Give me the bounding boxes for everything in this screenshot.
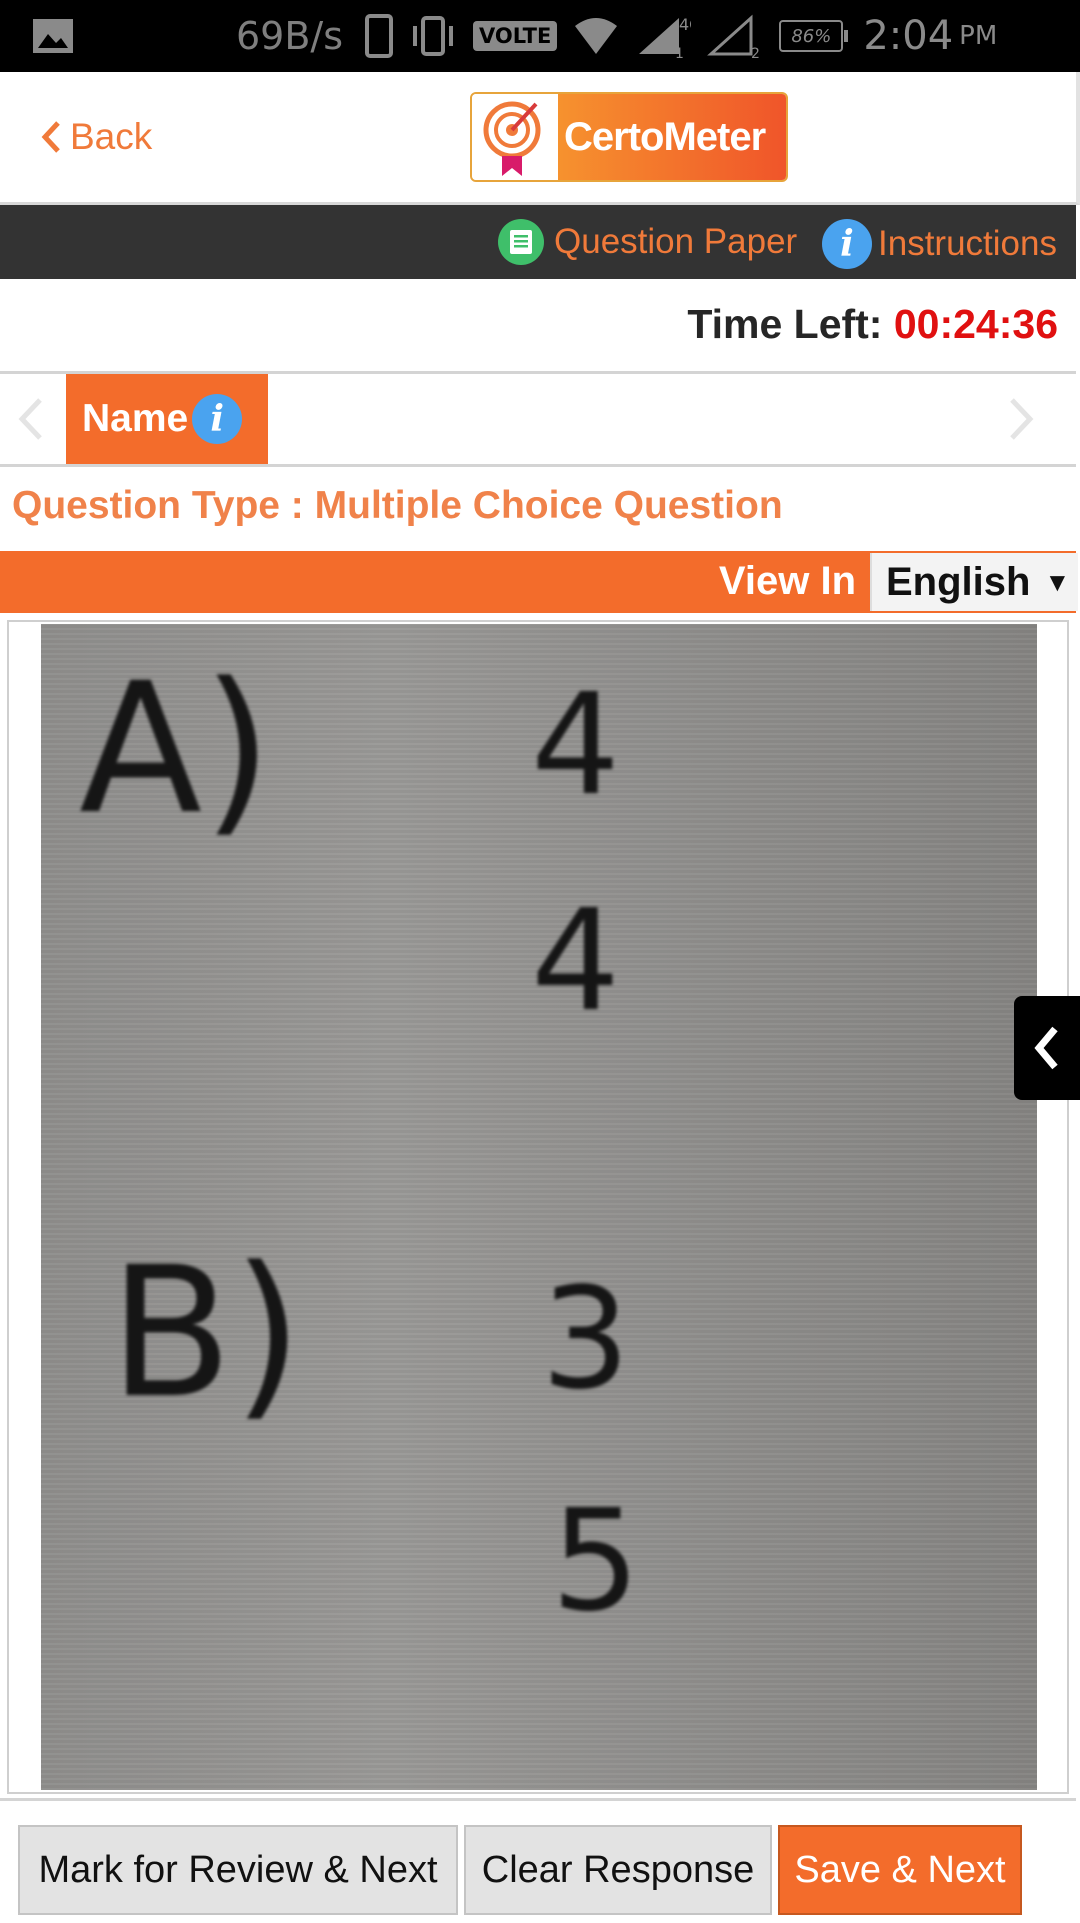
drawer-toggle-icon: [1034, 1026, 1058, 1070]
question-paper-label: Question Paper: [554, 222, 798, 261]
clear-response-button[interactable]: Clear Response: [464, 1825, 772, 1915]
clock: 2:04: [863, 13, 954, 59]
signal-icon-2: 2: [707, 14, 763, 58]
option-b-numerator: 3: [541, 1258, 631, 1421]
back-label: Back: [70, 116, 153, 157]
tab-name-label: Name: [82, 397, 189, 440]
volte-badge: VOLTE: [473, 21, 558, 51]
logo-text: CertoMeter: [558, 94, 786, 180]
tab-name[interactable]: Name i: [66, 374, 268, 464]
exam-toolbar: Question Paper i Instructions: [0, 205, 1076, 279]
view-in-label: View In: [718, 559, 856, 603]
network-type-label: 4G: [679, 15, 691, 34]
mark-review-next-button[interactable]: Mark for Review & Next: [18, 1825, 458, 1915]
info-icon: i: [822, 219, 872, 269]
signal-icon: 1 4G: [635, 14, 691, 58]
view-in-bar: View In English ▼: [0, 551, 1078, 613]
phone-icon: [365, 14, 394, 58]
time-left-value: 00:24:36: [893, 301, 1058, 347]
vibrate-icon: [409, 16, 457, 56]
info-icon[interactable]: i: [192, 394, 243, 444]
certometer-logo: CertoMeter: [470, 92, 788, 182]
option-b-letter: B): [109, 1229, 303, 1438]
chevron-left-icon[interactable]: [10, 394, 54, 444]
option-a-denominator: 4: [531, 880, 621, 1043]
action-bar: Mark for Review & Next Clear Response Sa…: [0, 1798, 1076, 1923]
battery-icon: 86%: [779, 20, 849, 52]
back-chevron-icon: [41, 121, 60, 153]
back-button[interactable]: Back: [40, 116, 152, 158]
wifi-icon: [573, 16, 619, 56]
palette-toggle-button[interactable]: [1014, 996, 1080, 1100]
timer-row: Time Left: 00:24:36: [0, 279, 1076, 374]
clock-ampm: PM: [959, 21, 998, 51]
option-a-letter: A): [79, 645, 273, 854]
sim1-label: 1: [675, 46, 684, 58]
app-header: Back CertoMeter: [0, 72, 1080, 205]
option-b-denominator: 5: [551, 1480, 641, 1643]
option-a-numerator: 4: [531, 664, 621, 827]
language-value: English: [886, 559, 1031, 604]
language-select[interactable]: English ▼: [870, 553, 1078, 611]
section-tabs: Name i: [0, 374, 1076, 467]
logo-target-icon: [472, 94, 558, 180]
dropdown-arrow-icon: ▼: [1044, 566, 1071, 597]
sim2-label: 2: [751, 46, 760, 58]
question-type: Question Type : Multiple Choice Question: [12, 484, 783, 527]
network-speed: 69B/s: [236, 14, 344, 58]
question-paper-link[interactable]: Question Paper: [498, 219, 797, 265]
question-paper-icon: [498, 219, 544, 265]
status-bar: 69B/s VOLTE 1 4G 2 86% 2:04 PM: [0, 0, 1080, 72]
save-next-button[interactable]: Save & Next: [778, 1825, 1022, 1915]
question-image: A) 4 4 B) 3 5: [41, 624, 1037, 1790]
time-left-label: Time Left:: [687, 301, 883, 347]
instructions-link[interactable]: i Instructions: [822, 219, 1057, 269]
chevron-right-icon[interactable]: [998, 394, 1042, 444]
question-panel: A) 4 4 B) 3 5: [7, 620, 1069, 1794]
instructions-label: Instructions: [878, 224, 1057, 263]
gallery-icon: [33, 19, 73, 53]
time-left: Time Left: 00:24:36: [687, 301, 1058, 348]
